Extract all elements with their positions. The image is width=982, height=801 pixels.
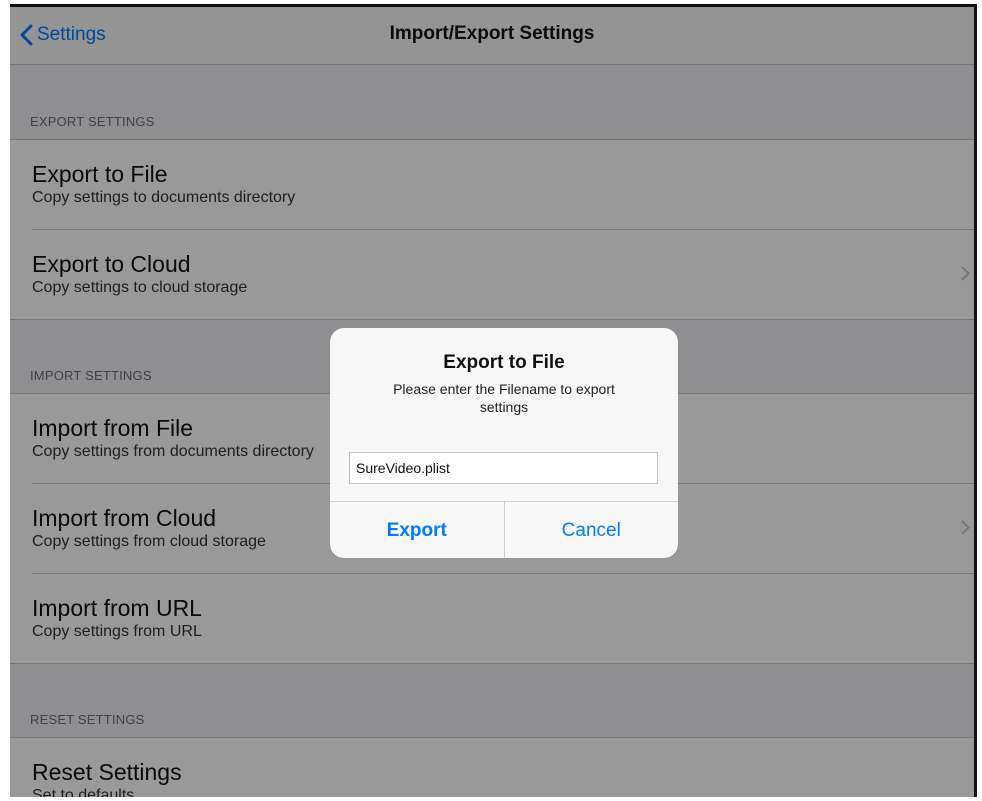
cancel-button[interactable]: Cancel [503, 502, 679, 558]
export-button[interactable]: Export [330, 502, 504, 558]
alert-button-row: Export Cancel [330, 501, 678, 558]
alert-message: Please enter the Filename to export sett… [393, 381, 615, 415]
export-alert-dialog: Export to File Please enter the Filename… [330, 328, 678, 558]
alert-title: Export to File [443, 352, 565, 373]
app-window: Settings Import/Export Settings EXPORT S… [10, 4, 977, 797]
filename-input[interactable] [349, 452, 658, 484]
